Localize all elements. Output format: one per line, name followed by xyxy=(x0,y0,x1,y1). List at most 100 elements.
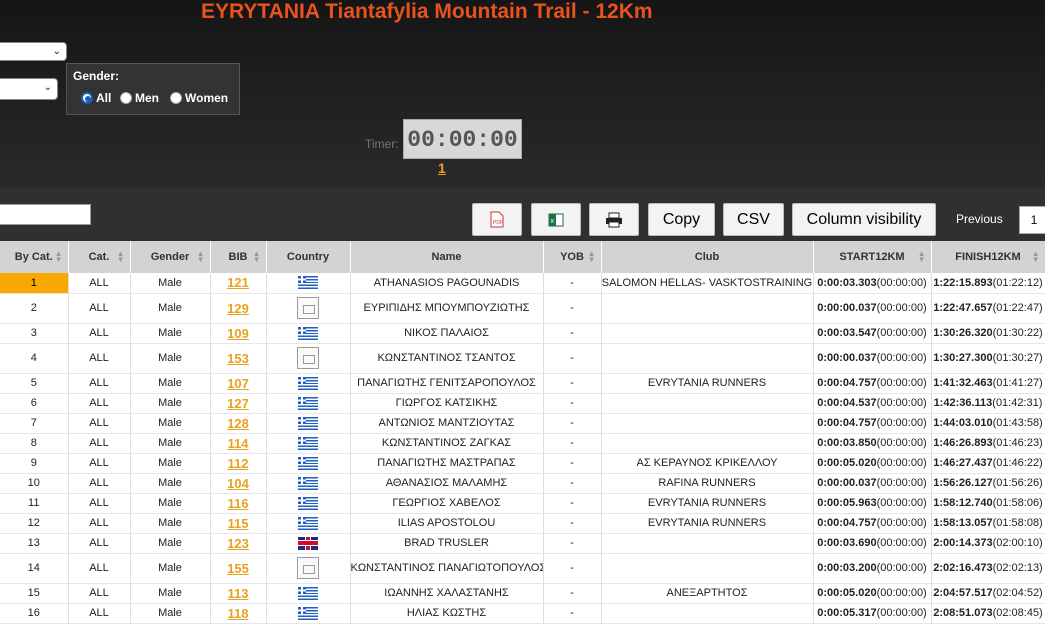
page-number-button[interactable]: 1 xyxy=(1019,206,1045,234)
yob-cell: - xyxy=(543,603,602,624)
chevron-down-icon: ⌄ xyxy=(43,82,52,93)
finish-time-cell: 1:56:26.127(01:56:26) xyxy=(931,473,1045,494)
yob-cell: - xyxy=(543,273,602,294)
start-time-cell: 0:00:04.757(00:00:00) xyxy=(813,373,932,394)
bib-link[interactable]: 153 xyxy=(210,343,267,374)
sort-icon: ▲ ▼ xyxy=(1031,249,1040,264)
bib-link[interactable]: 123 xyxy=(210,533,267,554)
gender-radio-women[interactable]: Women xyxy=(170,91,228,105)
finish-time-cell: 1:30:27.300(01:30:27) xyxy=(931,343,1045,374)
bib-link[interactable]: 127 xyxy=(210,393,267,414)
greece-flag-icon xyxy=(298,416,318,430)
column-header[interactable]: Name xyxy=(350,241,544,273)
table-row: 5 ALL Male 107 ΠΑΝΑΓΙΩΤΗΣ ΓΕΝΙΤΣΑΡΟΠΟΥΛΟΣ - EV… xyxy=(0,373,1045,394)
table-row: 12 ALL Male 115 ILIAS APOSTOLOU - EVRYTANIA RU… xyxy=(0,513,1045,534)
yob-cell: - xyxy=(543,343,602,374)
start-time-cell: 0:00:03.850(00:00:00) xyxy=(813,433,932,454)
column-header[interactable]: Gender ▲ ▼ xyxy=(130,241,211,273)
start-time-cell: 0:00:03.200(00:00:00) xyxy=(813,553,932,584)
bib-link[interactable]: 115 xyxy=(210,513,267,534)
finish-time-cell: 1:22:15.893(01:22:12) xyxy=(931,273,1045,294)
bib-link[interactable]: 112 xyxy=(210,453,267,474)
bib-link[interactable]: 113 xyxy=(210,583,267,604)
radio-icon[interactable] xyxy=(81,92,93,104)
bib-link[interactable]: 155 xyxy=(210,553,267,584)
bib-link[interactable]: 128 xyxy=(210,413,267,434)
bib-link[interactable]: 114 xyxy=(210,433,267,454)
category-cell: ALL xyxy=(68,473,131,494)
category-cell: ALL xyxy=(68,513,131,534)
name-cell: ΠΑΝΑΓΙΩΤΗΣ ΓΕΝΙΤΣΑΡΟΠΟΥΛΟΣ xyxy=(350,373,544,394)
country-cell xyxy=(266,373,351,394)
timer-link[interactable]: 1 xyxy=(438,160,446,176)
start-time-cell: 0:00:05.020(00:00:00) xyxy=(813,583,932,604)
results-table: By Cat. ▲ ▼ Cat. ▲ ▼ Gender ▲ ▼ BIB ▲ ▼ Country Name Y… xyxy=(0,241,1045,624)
greece-flag-icon xyxy=(298,516,318,530)
bib-link[interactable]: 107 xyxy=(210,373,267,394)
greece-flag-icon xyxy=(298,606,318,620)
finish-time-cell: 1:30:26.320(01:30:22) xyxy=(931,323,1045,344)
gender-label: Gender: xyxy=(73,69,120,83)
radio-icon[interactable] xyxy=(170,92,182,104)
column-header[interactable]: Cat. ▲ ▼ xyxy=(68,241,131,273)
bib-link[interactable]: 109 xyxy=(210,323,267,344)
name-cell: ΕΥΡΙΠΙΔΗΣ ΜΠΟΥΜΠΟΥΖΙΩΤΗΣ xyxy=(350,293,544,324)
table-row: 9 ALL Male 112 ΠΑΝΑΓΙΩΤΗΣ ΜΑΣΤΡΑΠΑΣ - ΑΣ ΚΕΡΑΥ… xyxy=(0,453,1045,474)
gender-radio-all[interactable]: All xyxy=(81,91,111,105)
category-cell: ALL xyxy=(68,373,131,394)
category-select[interactable]: ⌄ xyxy=(0,78,58,100)
excel-button[interactable]: x xyxy=(531,203,581,236)
club-cell xyxy=(601,413,814,434)
column-header[interactable]: YOB ▲ ▼ xyxy=(543,241,602,273)
bib-link[interactable]: 129 xyxy=(210,293,267,324)
column-header[interactable]: By Cat. ▲ ▼ xyxy=(0,241,69,273)
gender-radio-men[interactable]: Men xyxy=(120,91,159,105)
table-row: 14 ALL Male 155 ΚΩΝΣΤΑΝΤΙΝΟΣ ΠΑΝΑΓΙΩΤΟΠΟΥΛΟΣ… xyxy=(0,553,1045,584)
copy-button[interactable]: Copy xyxy=(648,203,715,236)
race-select[interactable]: ⌄ xyxy=(0,42,67,61)
rank-cell: 2 xyxy=(0,293,69,324)
club-cell xyxy=(601,603,814,624)
finish-time-cell: 1:46:26.893(01:46:23) xyxy=(931,433,1045,454)
start-time-cell: 0:00:00.037(00:00:00) xyxy=(813,473,932,494)
column-header[interactable]: FINISH12KM ▲ ▼ xyxy=(931,241,1045,273)
search-input[interactable] xyxy=(0,204,91,225)
table-row: 15 ALL Male 113 ΙΩΑΝΝΗΣ ΧΑΛΑΣΤΑΝΗΣ - ΑΝΕΞΑΡΤΗΤ… xyxy=(0,583,1045,604)
greece-flag-icon xyxy=(298,496,318,510)
pdf-button[interactable]: PDF xyxy=(472,203,522,236)
csv-button[interactable]: CSV xyxy=(723,203,784,236)
uk-flag-icon xyxy=(298,536,318,550)
radio-icon[interactable] xyxy=(120,92,132,104)
club-cell: EVRYTANIA RUNNERS xyxy=(601,373,814,394)
name-cell: ΠΑΝΑΓΙΩΤΗΣ ΜΑΣΤΡΑΠΑΣ xyxy=(350,453,544,474)
printer-icon xyxy=(606,212,622,227)
timer-label: Timer: xyxy=(365,137,399,151)
club-cell xyxy=(601,433,814,454)
start-time-cell: 0:00:03.690(00:00:00) xyxy=(813,533,932,554)
column-header[interactable]: Country xyxy=(266,241,351,273)
category-cell: ALL xyxy=(68,413,131,434)
yob-cell: - xyxy=(543,293,602,324)
sort-icon: ▲ ▼ xyxy=(252,249,261,264)
svg-text:x: x xyxy=(551,218,555,225)
bib-link[interactable]: 121 xyxy=(210,273,267,294)
club-cell: ΑΣ ΚΕΡΑΥΝΟΣ ΚΡΙΚΕΛΛΟΥ xyxy=(601,453,814,474)
previous-page-link[interactable]: Previous xyxy=(956,212,1003,226)
gender-cell: Male xyxy=(130,533,211,554)
club-cell xyxy=(601,293,814,324)
print-button[interactable] xyxy=(589,203,639,236)
finish-time-cell: 2:08:51.073(02:08:45) xyxy=(931,603,1045,624)
yob-cell: - xyxy=(543,433,602,454)
bib-link[interactable]: 118 xyxy=(210,603,267,624)
bib-link[interactable]: 116 xyxy=(210,493,267,514)
column-header[interactable]: START12KM ▲ ▼ xyxy=(813,241,932,273)
table-row: 13 ALL Male 123 BRAD TRUSLER - 0:00:03.690(00:… xyxy=(0,533,1045,554)
rank-cell: 14 xyxy=(0,553,69,584)
gender-cell: Male xyxy=(130,343,211,374)
bib-link[interactable]: 104 xyxy=(210,473,267,494)
rank-cell: 12 xyxy=(0,513,69,534)
column-header[interactable]: BIB ▲ ▼ xyxy=(210,241,267,273)
name-cell: ΙΩΑΝΝΗΣ ΧΑΛΑΣΤΑΝΗΣ xyxy=(350,583,544,604)
column-header[interactable]: Club xyxy=(601,241,814,273)
column-visibility-button[interactable]: Column visibility xyxy=(792,203,936,236)
